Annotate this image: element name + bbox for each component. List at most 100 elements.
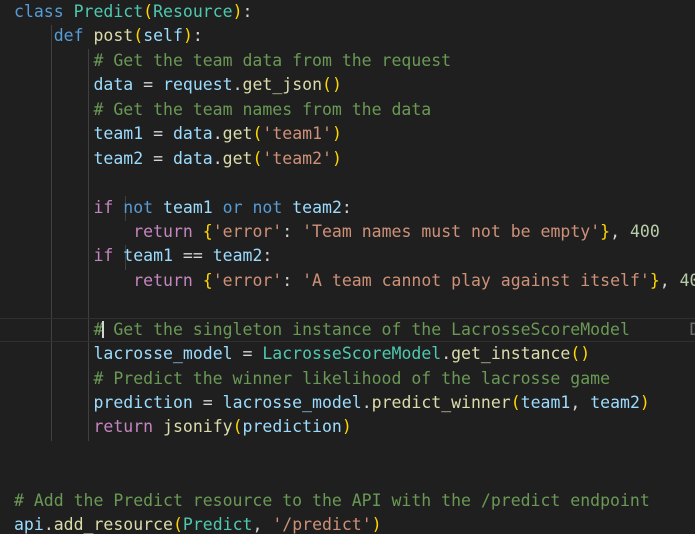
token-var: data xyxy=(172,148,213,168)
token-pn: . xyxy=(441,344,452,364)
token-br: ( xyxy=(232,417,243,437)
token-op: == xyxy=(182,246,203,266)
code-line[interactable] xyxy=(0,171,695,195)
token-br: ( xyxy=(252,124,263,144)
code-line[interactable]: data = request.get_json() xyxy=(0,73,695,97)
token-pn: . xyxy=(232,75,243,95)
token-pn xyxy=(14,149,93,168)
token-pn xyxy=(282,198,292,217)
code-line[interactable]: return {'error': 'Team names must not be… xyxy=(0,220,695,244)
token-ctl: return xyxy=(93,417,154,437)
token-var: data xyxy=(172,124,213,144)
code-line[interactable]: # Get the team data from the request xyxy=(0,49,695,73)
token-str: 'team1' xyxy=(262,124,332,144)
token-br: ( xyxy=(172,515,183,534)
token-pn xyxy=(14,344,93,363)
token-br: ) xyxy=(371,515,382,534)
token-str: 'error' xyxy=(212,270,283,290)
token-fn: get xyxy=(222,148,253,168)
code-line[interactable]: api.add_resource(Predict, '/predict') xyxy=(0,513,695,534)
token-fn: post xyxy=(93,26,134,46)
token-var: team1 xyxy=(93,124,144,144)
token-com: # xyxy=(14,319,104,339)
token-var: self xyxy=(143,26,183,46)
token-pn xyxy=(14,124,93,143)
token-pn xyxy=(14,75,93,94)
token-pn xyxy=(193,222,203,241)
token-kw: def xyxy=(53,26,94,46)
token-pn: , xyxy=(659,270,670,290)
token-pn: : xyxy=(192,26,203,46)
token-pn: . xyxy=(212,124,223,144)
token-cls: Predict xyxy=(73,2,144,21)
code-line[interactable]: # Get the team names from the data xyxy=(0,98,695,122)
token-pn xyxy=(143,149,153,168)
code-line[interactable]: prediction = lacrosse_model.predict_winn… xyxy=(0,391,695,415)
token-kw: or xyxy=(222,197,243,217)
code-line[interactable]: def post(self): xyxy=(0,24,695,48)
token-pn: : xyxy=(282,221,293,241)
token-ctl: if xyxy=(93,197,114,217)
token-pn xyxy=(163,149,173,168)
code-line[interactable] xyxy=(0,464,695,488)
token-fn: predict_winner xyxy=(371,393,511,412)
token-str: 'error' xyxy=(212,221,283,241)
code-line[interactable]: if team1 == team2: xyxy=(0,244,695,268)
code-line[interactable]: team1 = data.get('team1') xyxy=(0,122,695,146)
token-br: { xyxy=(202,270,213,290)
token-br: { xyxy=(202,221,213,241)
token-var: team2 xyxy=(212,246,263,266)
code-line[interactable]: return {'error': 'A team cannot play aga… xyxy=(0,269,695,293)
token-pn xyxy=(153,417,163,436)
code-content[interactable]: class Predict(Resource): def post(self):… xyxy=(0,0,695,534)
token-pn xyxy=(580,393,590,412)
code-line[interactable] xyxy=(0,440,695,464)
code-line[interactable]: if not team1 or not team2: xyxy=(0,196,695,220)
token-com: # Get the team data from the request xyxy=(14,50,452,70)
code-line[interactable]: # Add the Predict resource to the API wi… xyxy=(0,489,695,513)
token-br: ) xyxy=(182,26,193,46)
token-br: ) xyxy=(341,417,352,437)
token-var: prediction xyxy=(242,417,342,437)
token-var: team1 xyxy=(163,197,213,217)
code-line[interactable]: lacrosse_model = LacrosseScoreModel.get_… xyxy=(0,342,695,366)
token-pn xyxy=(14,198,93,217)
token-var: team2 xyxy=(93,148,144,168)
token-var: prediction xyxy=(93,393,193,412)
token-var: lacrosse_model xyxy=(222,393,362,412)
token-pn xyxy=(113,246,123,265)
token-cls: Resource xyxy=(153,2,233,21)
code-line[interactable] xyxy=(0,293,695,317)
token-op: = xyxy=(153,124,164,144)
token-com: Get the singleton instance of the Lacros… xyxy=(103,319,630,339)
token-pn xyxy=(133,75,143,94)
token-pn: , xyxy=(610,221,621,241)
token-pn xyxy=(143,124,153,143)
token-str: '/predict' xyxy=(272,515,372,534)
token-fn: add_resource xyxy=(53,515,173,534)
code-line[interactable]: # Predict the winner likelihood of the l… xyxy=(0,367,695,391)
token-pn: . xyxy=(212,148,223,168)
token-br: ( xyxy=(510,393,521,412)
token-pn: : xyxy=(242,2,253,21)
code-line[interactable]: team2 = data.get('team2') xyxy=(0,147,695,171)
token-pn xyxy=(213,393,223,412)
token-pn xyxy=(193,393,203,412)
token-fn: jsonify xyxy=(163,417,233,437)
code-line[interactable]: return jsonify(prediction) xyxy=(0,415,695,439)
token-br: ( xyxy=(133,26,144,46)
token-pn xyxy=(153,75,163,94)
token-br: () xyxy=(570,344,591,364)
code-line[interactable]: class Predict(Resource): xyxy=(0,0,695,24)
token-pn xyxy=(14,417,93,436)
token-op: = xyxy=(153,148,164,168)
token-pn xyxy=(113,198,123,217)
code-line-current[interactable]: # Get the singleton instance of the Lacr… xyxy=(0,317,695,343)
token-ctl: return xyxy=(133,270,193,290)
token-str: 'A team cannot play against itself' xyxy=(302,270,650,290)
token-var: team2 xyxy=(292,197,342,217)
token-pn: , xyxy=(252,515,263,534)
token-pn xyxy=(292,222,302,241)
code-editor[interactable]: class Predict(Resource): def post(self):… xyxy=(0,0,695,534)
token-num: 400 xyxy=(679,270,695,290)
